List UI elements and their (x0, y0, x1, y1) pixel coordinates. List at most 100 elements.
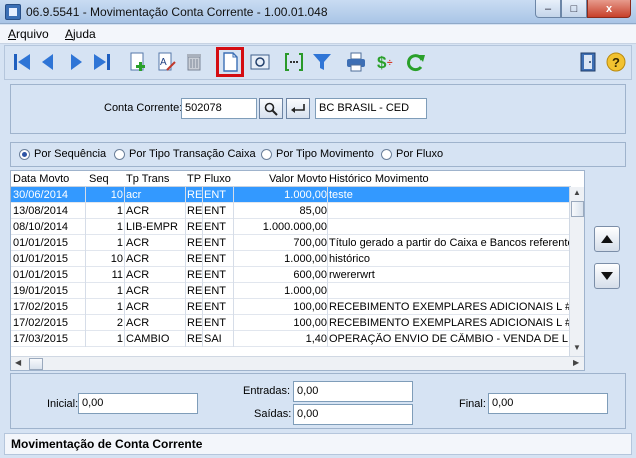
column-divider (185, 187, 186, 203)
cell-valor-movto: 1,40 (305, 333, 327, 345)
print-icon[interactable] (343, 49, 369, 75)
maximize-button[interactable]: □ (561, 0, 587, 18)
vertical-scroll-thumb[interactable] (571, 201, 584, 217)
column-divider (185, 267, 186, 283)
table-row[interactable]: 17/03/2015 1 CAMBIO RE SAI 1,40 OPERAÇÃO ENVIO… (11, 331, 569, 347)
new-record-icon[interactable] (125, 49, 151, 75)
column-divider (124, 299, 125, 315)
column-divider (233, 219, 234, 235)
menu-arquivo-label: rquivo (16, 27, 49, 41)
header-tp[interactable]: TP (187, 173, 201, 185)
blank-page-icon[interactable] (216, 47, 244, 77)
menu-ajuda[interactable]: Ajuda (65, 27, 96, 41)
account-panel: Conta Corrente: 502078 BC BRASIL - CED (10, 84, 626, 134)
cell-seq: 1 (116, 221, 123, 233)
search-icon (264, 102, 278, 116)
close-button[interactable]: x (587, 0, 631, 18)
svg-text:÷: ÷ (387, 58, 393, 69)
enter-arrow-icon (291, 103, 305, 113)
cell-tp: RE (187, 269, 203, 281)
cell-historico: OPERAÇÃO ENVIO DE CÂMBIO - VENDA DE LIV (329, 333, 569, 345)
header-valor-movto[interactable]: Valor Movto (269, 173, 327, 185)
cell-data-movto: 01/01/2015 (13, 253, 69, 265)
table-row[interactable]: 01/01/2015 10 ACR RE ENT 1.000,00 histórico (11, 251, 569, 267)
vertical-scrollbar[interactable]: ▲ ▼ (569, 187, 584, 356)
column-divider (327, 219, 328, 235)
scroll-right-icon[interactable]: ▶ (573, 358, 579, 367)
radio-por-tipo-movimento[interactable]: Por Tipo Movimento (261, 148, 374, 160)
cell-data-movto: 19/01/2015 (13, 285, 69, 297)
refresh-icon[interactable] (403, 49, 429, 75)
cell-data-movto: 30/06/2014 (13, 189, 69, 201)
move-down-button[interactable] (594, 263, 620, 289)
cell-tp-trans: ACR (126, 253, 150, 265)
cell-data-movto: 08/10/2014 (13, 221, 69, 233)
delete-record-icon[interactable] (181, 49, 207, 75)
column-divider (233, 315, 234, 331)
help-icon[interactable]: ? (603, 49, 629, 75)
column-divider (185, 235, 186, 251)
account-code-field[interactable]: 502078 (181, 98, 257, 119)
column-divider (124, 187, 125, 203)
filter-icon[interactable] (309, 49, 335, 75)
first-record-icon[interactable] (9, 49, 35, 75)
inicial-label: Inicial: (47, 398, 79, 410)
exit-door-icon[interactable] (575, 49, 601, 75)
table-row[interactable]: 30/06/2014 10 acr RE ENT 1.000,00 teste (11, 187, 569, 203)
previous-record-icon[interactable] (35, 49, 61, 75)
cell-data-movto: 01/01/2015 (13, 237, 69, 249)
table-row[interactable]: 01/01/2015 11 ACR RE ENT 600,00 rwererwrt (11, 267, 569, 283)
search-button[interactable] (259, 98, 283, 119)
final-field: 0,00 (488, 393, 608, 414)
cell-valor-movto: 1.000.000,00 (262, 221, 327, 233)
last-record-icon[interactable] (89, 49, 115, 75)
header-tp-trans[interactable]: Tp Trans (126, 173, 169, 185)
enter-button[interactable] (286, 98, 310, 119)
cell-fluxo: ENT (204, 237, 226, 249)
cell-historico: RECEBIMENTO EXEMPLARES ADICIONAIS L #N (329, 317, 569, 329)
cell-fluxo: ENT (204, 317, 226, 329)
column-divider (85, 283, 86, 299)
cell-data-movto: 13/08/2014 (13, 205, 69, 217)
bracket-field-icon[interactable] (281, 49, 307, 75)
cell-historico: histórico (329, 253, 370, 265)
cell-seq: 1 (116, 301, 123, 313)
scroll-up-icon[interactable]: ▲ (573, 188, 581, 197)
header-seq[interactable]: Seq (89, 173, 109, 185)
scroll-left-icon[interactable]: ◀ (15, 358, 21, 367)
scroll-down-icon[interactable]: ▼ (573, 343, 581, 352)
table-row[interactable]: 17/02/2015 1 ACR RE ENT 100,00 RECEBIMENTO EXE… (11, 299, 569, 315)
horizontal-scrollbar[interactable]: ◀ ▶ (11, 356, 584, 370)
move-up-button[interactable] (594, 226, 620, 252)
movements-grid[interactable]: Data Movto Seq Tp Trans TP Fluxo Valor M… (10, 170, 585, 371)
radio-por-fluxo[interactable]: Por Fluxo (381, 148, 443, 160)
table-row[interactable]: 19/01/2015 1 ACR RE ENT 1.000,00 (11, 283, 569, 299)
header-historico[interactable]: Histórico Movimento (329, 173, 429, 185)
next-record-icon[interactable] (63, 49, 89, 75)
column-divider (124, 331, 125, 347)
menu-arquivo[interactable]: Arquivo (8, 27, 49, 41)
edit-record-icon[interactable]: A (153, 49, 179, 75)
column-divider (327, 299, 328, 315)
cell-valor-movto: 600,00 (293, 269, 327, 281)
table-row[interactable]: 17/02/2015 2 ACR RE ENT 100,00 RECEBIMENTO EXE… (11, 315, 569, 331)
preview-icon[interactable] (247, 49, 273, 75)
column-divider (85, 299, 86, 315)
horizontal-scroll-thumb[interactable] (29, 358, 43, 370)
table-row[interactable]: 13/08/2014 1 ACR RE ENT 85,00 (11, 203, 569, 219)
cell-tp-trans: LIB-EMPR (126, 221, 178, 233)
radio-por-sequencia[interactable]: Por Sequência (19, 148, 106, 160)
header-data-movto[interactable]: Data Movto (13, 173, 69, 185)
table-row[interactable]: 01/01/2015 1 ACR RE ENT 700,00 Título gerado a… (11, 235, 569, 251)
radio-por-tipo-transacao-caixa[interactable]: Por Tipo Transação Caixa (114, 148, 256, 160)
cell-fluxo: ENT (204, 189, 226, 201)
cell-tp-trans: ACR (126, 301, 150, 313)
header-fluxo[interactable]: Fluxo (204, 173, 231, 185)
table-row[interactable]: 08/10/2014 1 LIB-EMPR RE ENT 1.000.000,00 (11, 219, 569, 235)
currency-icon[interactable]: $ ÷ (373, 49, 399, 75)
column-divider (327, 235, 328, 251)
column-divider (233, 235, 234, 251)
column-divider (233, 299, 234, 315)
entradas-label: Entradas: (243, 385, 291, 397)
minimize-button[interactable]: – (535, 0, 561, 18)
